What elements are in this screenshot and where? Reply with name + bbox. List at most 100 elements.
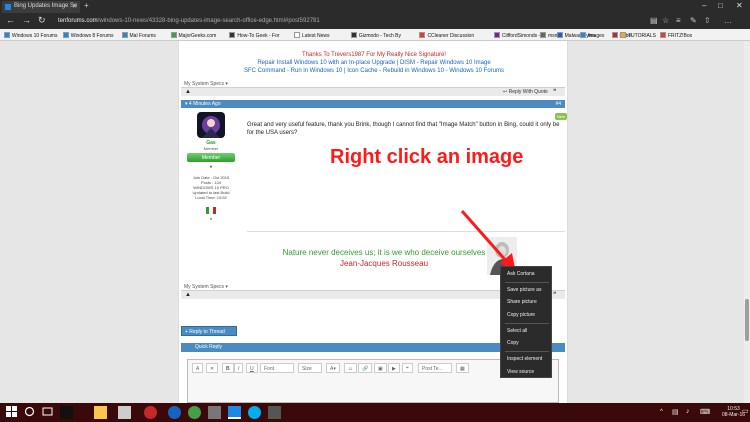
- skype-icon[interactable]: [248, 406, 261, 419]
- favorite-link[interactable]: Windows 10 Forums: [3, 32, 58, 39]
- quote-icon[interactable]: ❝: [402, 363, 413, 373]
- size-select[interactable]: Size: [298, 363, 322, 373]
- multiquote-icon-2[interactable]: ❝: [553, 291, 556, 298]
- favorite-link[interactable]: MajorGeeks.com: [170, 32, 216, 39]
- post-template-select[interactable]: Post Te...: [418, 363, 452, 373]
- avatar[interactable]: [197, 112, 225, 138]
- web-page: Thanks To Trevers1987 For My Really Nice…: [0, 41, 750, 403]
- more-icon[interactable]: …: [724, 16, 732, 25]
- language-icon[interactable]: ⌨: [700, 408, 710, 416]
- internet-explorer-icon[interactable]: [168, 406, 181, 419]
- font-select[interactable]: Font: [260, 363, 294, 373]
- tray-chevron-icon[interactable]: ^: [660, 409, 663, 415]
- close-window-icon[interactable]: ✕: [736, 1, 743, 10]
- search-icon[interactable]: [24, 406, 37, 419]
- tab-title: Bing Updates Image Se: [14, 3, 78, 9]
- favorite-icon: [294, 32, 300, 38]
- menu-view-source[interactable]: View source: [507, 369, 534, 375]
- terminal-app-icon[interactable]: [60, 406, 73, 419]
- favorite-icon: [493, 32, 500, 38]
- browser-tab[interactable]: Bing Updates Image Se ✕: [2, 1, 80, 13]
- multiquote-icon[interactable]: ❝: [553, 88, 556, 95]
- share-icon[interactable]: ⇧: [704, 16, 711, 25]
- text-color-icon[interactable]: A▾: [326, 363, 340, 373]
- favorite-link[interactable]: Images: [580, 32, 604, 39]
- favorite-link[interactable]: CliffordSimonds -: [493, 32, 540, 39]
- app-icon-3[interactable]: [268, 406, 281, 419]
- scrollbar-thumb[interactable]: [745, 299, 749, 341]
- store-icon[interactable]: [118, 406, 131, 419]
- favorite-label: Windows 10 Forums: [11, 33, 58, 39]
- favorite-link[interactable]: Gizmodo - Tech By: [350, 32, 401, 39]
- report-icon-2[interactable]: ▲: [185, 292, 191, 298]
- favorite-link[interactable]: TUTORIALS: [620, 32, 656, 39]
- smilies-icon[interactable]: ☺: [344, 363, 358, 373]
- menu-copy-picture[interactable]: Copy picture: [507, 312, 535, 318]
- reading-view-icon[interactable]: ▤: [650, 16, 658, 25]
- back-icon[interactable]: ←: [6, 15, 15, 25]
- action-center-icon[interactable]: ▭: [742, 407, 749, 415]
- menu-share-picture[interactable]: Share picture: [507, 299, 537, 305]
- new-post-badge: New: [555, 113, 567, 120]
- menu-separator: [505, 351, 549, 352]
- page-scrollbar[interactable]: [744, 41, 750, 403]
- signature-link-2[interactable]: SFC Command - Run in Windows 10 | Icon C…: [179, 68, 569, 74]
- favorite-link[interactable]: Windows 8 Forums: [62, 32, 114, 39]
- favorite-link[interactable]: FRITZ!Box: [660, 32, 692, 39]
- web-note-icon[interactable]: ✎: [690, 16, 697, 25]
- video-icon[interactable]: ▶: [388, 363, 400, 373]
- taskbar: ^ ▤ ♪ ⌨ 10:53 08-Mar-16 ▭: [0, 403, 750, 422]
- link-icon[interactable]: 🔗: [358, 363, 373, 373]
- report-icon[interactable]: ▲: [185, 89, 191, 95]
- favorite-icon: [620, 32, 626, 38]
- post-number[interactable]: #4: [555, 101, 561, 107]
- menu-select-all[interactable]: Select all: [507, 328, 527, 334]
- favorite-icon: [580, 32, 586, 38]
- new-tab-button[interactable]: +: [84, 1, 89, 10]
- file-explorer-icon[interactable]: [94, 406, 107, 419]
- task-view-icon[interactable]: [42, 406, 55, 419]
- maximize-icon[interactable]: □: [718, 1, 723, 10]
- menu-save-picture[interactable]: Save picture as: [507, 287, 541, 293]
- menu-ask-cortana[interactable]: Ask Cortana: [507, 271, 535, 277]
- favorite-icon: [660, 32, 666, 38]
- favorite-link[interactable]: Mal Forums: [121, 32, 156, 39]
- italic-icon[interactable]: I: [234, 363, 244, 373]
- menu-inspect-element[interactable]: Inspect element: [507, 356, 542, 362]
- favorite-link[interactable]: msn: [540, 32, 557, 39]
- address-input[interactable]: tenforums.com/windows-10-news/43328-bing…: [58, 16, 638, 27]
- chrome-icon[interactable]: [188, 406, 201, 419]
- volume-icon[interactable]: ♪: [686, 408, 690, 415]
- reply-to-thread-button[interactable]: + Reply to Thread: [181, 326, 237, 336]
- app-icon-2[interactable]: [208, 406, 221, 419]
- annotation-text: Right click an image: [330, 146, 524, 168]
- minimize-icon[interactable]: –: [702, 1, 706, 10]
- bold-icon[interactable]: B: [222, 363, 234, 373]
- remove-format-icon[interactable]: ✕: [206, 363, 219, 373]
- network-icon[interactable]: ▤: [672, 408, 679, 416]
- refresh-icon[interactable]: ↻: [38, 15, 46, 26]
- editor-mode-icon[interactable]: A: [192, 363, 204, 373]
- menu-separator: [505, 323, 549, 324]
- favorite-icon: [229, 32, 236, 38]
- favorite-link[interactable]: How-To Geek - For: [229, 32, 280, 39]
- image-icon[interactable]: ▣: [374, 363, 387, 373]
- favorites-bar: Windows 10 Forums Windows 8 Forums Mal For…: [0, 29, 750, 41]
- favorite-link[interactable]: CCleaner Discussion: [419, 32, 474, 39]
- hub-icon[interactable]: ≡: [676, 16, 681, 25]
- table-icon[interactable]: ▦: [456, 363, 469, 373]
- title-bar: Bing Updates Image Se ✕ + – □ ✕: [0, 0, 750, 13]
- underline-icon[interactable]: U: [246, 363, 258, 373]
- close-tab-icon[interactable]: ✕: [72, 3, 77, 10]
- forward-icon[interactable]: →: [22, 15, 31, 25]
- favorite-star-icon[interactable]: ☆: [662, 16, 669, 25]
- app-icon[interactable]: [144, 406, 157, 419]
- signature-link-1[interactable]: Repair Install Windows 10 with an In-pla…: [179, 60, 569, 66]
- start-windows-icon[interactable]: [6, 406, 19, 419]
- menu-copy[interactable]: Copy: [507, 340, 519, 346]
- reply-with-quote-button[interactable]: ↩ Reply With Quote: [503, 89, 548, 95]
- menu-separator: [505, 282, 549, 283]
- favorite-link[interactable]: Latest News: [294, 32, 330, 39]
- edge-icon[interactable]: [228, 406, 241, 419]
- favorite-label: Latest News: [302, 33, 330, 39]
